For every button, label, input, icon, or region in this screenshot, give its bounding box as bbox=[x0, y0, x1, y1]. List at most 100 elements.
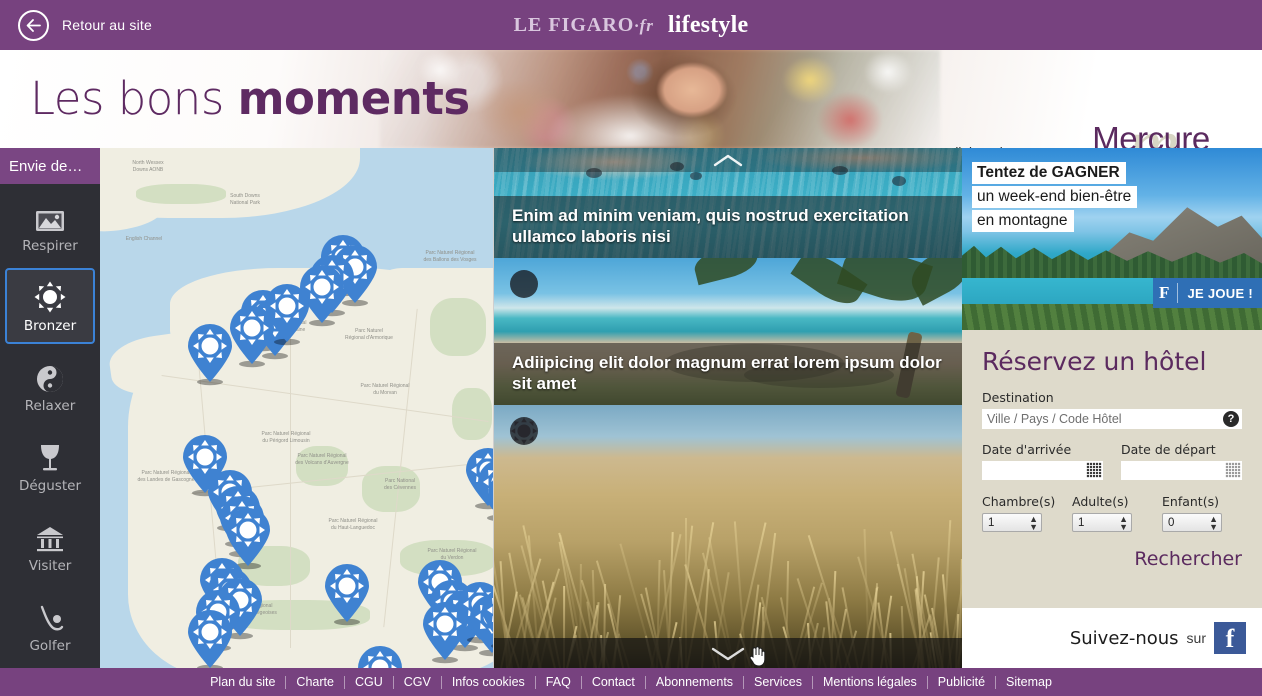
map-green-area bbox=[430, 298, 486, 356]
promo-cta-label: JE JOUE ! bbox=[1178, 286, 1253, 301]
stepper-arrows-icon[interactable]: ▲ ▼ bbox=[1209, 515, 1218, 531]
footer-link[interactable]: FAQ bbox=[536, 676, 582, 689]
promo-banner[interactable]: Tentez de GAGNER un week-end bien-être e… bbox=[962, 148, 1262, 330]
map-green-area bbox=[136, 184, 226, 204]
map-marker-sun-pin[interactable] bbox=[418, 602, 472, 664]
yin-yang-icon bbox=[36, 359, 64, 393]
sun-icon bbox=[34, 279, 66, 313]
facebook-icon[interactable]: f bbox=[1214, 622, 1246, 654]
map-marker-sun-pin[interactable] bbox=[320, 564, 374, 626]
rooms-label: Chambre(s) bbox=[982, 494, 1058, 509]
footer-link[interactable]: Infos cookies bbox=[442, 676, 536, 689]
carousel-panel-caption: Adiipicing elit dolor magnum errat lorem… bbox=[494, 343, 962, 405]
arrival-date-input[interactable] bbox=[982, 461, 1103, 480]
figaro-fr-suffix: ·fr bbox=[634, 16, 654, 35]
footer-link[interactable]: Mentions légales bbox=[813, 676, 928, 689]
back-to-site-label: Retour au site bbox=[62, 17, 152, 33]
carousel-scroll-down-button[interactable] bbox=[494, 638, 962, 668]
footer-link[interactable]: Contact bbox=[582, 676, 646, 689]
stepper-arrows-icon[interactable]: ▲ ▼ bbox=[1029, 515, 1038, 531]
top-bar: Retour au site LE FIGARO·fr lifestyle bbox=[0, 0, 1262, 50]
map-green-area bbox=[452, 388, 492, 440]
stepper-arrows-icon[interactable]: ▲ ▼ bbox=[1119, 515, 1128, 531]
footer-link[interactable]: Charte bbox=[286, 676, 345, 689]
hero-banner: Les bons moments en collaboration avec m… bbox=[0, 50, 1262, 148]
map-marker-sun-pin[interactable] bbox=[483, 472, 494, 534]
footer-link[interactable]: Sitemap bbox=[996, 676, 1062, 689]
chevron-down-icon bbox=[711, 646, 745, 661]
sidebar-item-label: Respirer bbox=[22, 238, 78, 254]
destination-input[interactable]: Ville / Pays / Code Hôtel ? bbox=[982, 409, 1242, 429]
booking-widget: Réservez un hôtel Destination Ville / Pa… bbox=[962, 330, 1262, 608]
rooms-stepper[interactable]: 1 ▲ ▼ bbox=[982, 513, 1042, 532]
partner-name: Mercure bbox=[1056, 120, 1246, 148]
promo-line-1: Tentez de GAGNER bbox=[972, 162, 1126, 184]
carousel-panel-dunes[interactable] bbox=[494, 405, 962, 668]
golf-club-icon bbox=[35, 599, 65, 633]
children-value: 0 bbox=[1168, 517, 1174, 529]
carousel-panel-caption: Enim ad minim veniam, quis nostrud exerc… bbox=[494, 196, 962, 258]
right-column: Tentez de GAGNER un week-end bien-être e… bbox=[962, 148, 1262, 668]
hero-model-face bbox=[600, 50, 780, 148]
figaro-wordmark: LE FIGARO bbox=[514, 14, 635, 36]
panel-sun-badge bbox=[510, 270, 538, 298]
sidebar-item-respirer[interactable]: Respirer bbox=[5, 188, 95, 264]
map-marker-sun-pin[interactable] bbox=[183, 610, 237, 668]
question-mark-icon[interactable]: ? bbox=[1223, 411, 1239, 427]
adults-group: Adulte(s) 1 ▲ ▼ bbox=[1072, 494, 1148, 532]
panel-sun-badge bbox=[510, 417, 538, 445]
date-fields: Date d'arrivée Date de départ bbox=[982, 442, 1242, 480]
page-title-part1: Les bons bbox=[30, 72, 238, 125]
adults-label: Adulte(s) bbox=[1072, 494, 1148, 509]
search-button[interactable]: Rechercher bbox=[1134, 548, 1242, 570]
arrival-date-label: Date d'arrivée bbox=[982, 442, 1103, 457]
back-to-site-button[interactable]: Retour au site bbox=[18, 10, 152, 41]
map-panel[interactable]: North Wessex Downs AONB South Downs Natio… bbox=[100, 148, 494, 668]
sidebar-item-deguster[interactable]: Déguster bbox=[5, 428, 95, 504]
footer-link[interactable]: CGU bbox=[345, 676, 394, 689]
partner-logo: m Mercure HOTELS bbox=[1056, 120, 1246, 148]
rooms-group: Chambre(s) 1 ▲ ▼ bbox=[982, 494, 1058, 532]
sidebar-item-golfer[interactable]: Golfer bbox=[5, 588, 95, 664]
follow-us-preposition: sur bbox=[1187, 630, 1206, 646]
adults-stepper[interactable]: 1 ▲ ▼ bbox=[1072, 513, 1132, 532]
sidebar-item-label: Golfer bbox=[29, 638, 70, 654]
figaro-logo: LE FIGARO·fr bbox=[514, 14, 654, 37]
mountain-photo-icon bbox=[35, 199, 65, 233]
rooms-value: 1 bbox=[988, 517, 994, 529]
promo-text: Tentez de GAGNER un week-end bien-être e… bbox=[972, 162, 1137, 234]
footer-link[interactable]: Services bbox=[744, 676, 813, 689]
sidebar-item-label: Visiter bbox=[29, 558, 72, 574]
wine-glass-icon bbox=[37, 439, 63, 473]
palm-leaf bbox=[691, 258, 760, 285]
page-root: Retour au site LE FIGARO·fr lifestyle Le… bbox=[0, 0, 1262, 696]
sidebar-item-bronzer[interactable]: Bronzer bbox=[5, 268, 95, 344]
footer-link[interactable]: Publicité bbox=[928, 676, 996, 689]
promo-cta-button[interactable]: F JE JOUE ! bbox=[1153, 278, 1262, 308]
page-title-part2: moments bbox=[238, 72, 470, 125]
brand-block: LE FIGARO·fr lifestyle bbox=[0, 0, 1262, 50]
departure-date-input[interactable] bbox=[1121, 461, 1242, 480]
booking-title: Réservez un hôtel bbox=[982, 348, 1242, 376]
sidebar-item-relaxer[interactable]: Relaxer bbox=[5, 348, 95, 424]
chevron-up-icon bbox=[713, 154, 743, 167]
carousel-panel-beach[interactable]: Adiipicing elit dolor magnum errat lorem… bbox=[494, 258, 962, 405]
arrival-date-group: Date d'arrivée bbox=[982, 442, 1103, 480]
children-label: Enfant(s) bbox=[1162, 494, 1238, 509]
footer-link[interactable]: CGV bbox=[394, 676, 442, 689]
sidebar-header: Envie de… bbox=[0, 148, 100, 184]
promo-line-3: en montagne bbox=[972, 210, 1074, 232]
pool-swimmer bbox=[690, 172, 702, 180]
sidebar-item-visiter[interactable]: Visiter bbox=[5, 508, 95, 584]
map-marker-sun-pin[interactable] bbox=[183, 324, 237, 386]
children-stepper[interactable]: 0 ▲ ▼ bbox=[1162, 513, 1222, 532]
map-marker-sun-pin[interactable] bbox=[353, 646, 407, 668]
calendar-icon[interactable] bbox=[1225, 462, 1241, 478]
footer-link[interactable]: Plan du site bbox=[200, 676, 286, 689]
calendar-icon[interactable] bbox=[1086, 462, 1102, 478]
footer-link[interactable]: Abonnements bbox=[646, 676, 744, 689]
map-marker-sun-pin[interactable] bbox=[477, 588, 494, 650]
destination-placeholder: Ville / Pays / Code Hôtel bbox=[982, 412, 1122, 426]
carousel-scroll-up-button[interactable] bbox=[494, 148, 962, 172]
page-title: Les bons moments bbox=[30, 74, 470, 124]
